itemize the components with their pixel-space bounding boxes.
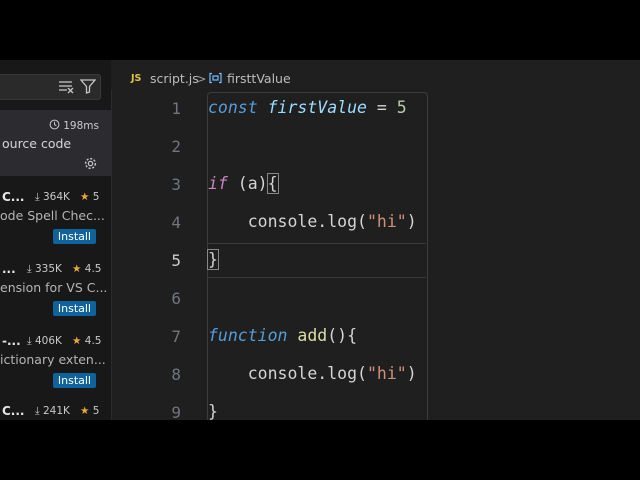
line-number: 9 [171, 403, 181, 420]
rating: ★ 4.5 [72, 335, 102, 347]
breadcrumb: JS script.js > firsttValue [111, 60, 640, 90]
gear-icon[interactable] [83, 156, 98, 174]
breadcrumb-symbol[interactable]: firsttValue [227, 71, 291, 86]
code-editor[interactable]: const firstValue = 5 if (a){ console.log… [207, 90, 640, 420]
extension-name: C... [2, 190, 25, 204]
line-number: 1 [171, 99, 181, 118]
extension-name: -... [2, 334, 21, 348]
download-count: ⤓ 335K [27, 263, 62, 275]
extension-name: C... [2, 404, 25, 418]
rating: ★ 5 [80, 405, 100, 417]
breadcrumb-separator: > [196, 71, 207, 86]
line-number-active: 5 [171, 251, 181, 270]
download-icon: ⤓ [35, 405, 40, 417]
line-number: 7 [171, 327, 181, 346]
code-line-7: function add(){ [208, 326, 358, 345]
line-number-gutter: 1 2 3 4 5 6 7 8 9 [111, 90, 207, 420]
results-time: 198ms [49, 119, 99, 132]
line-number: 8 [171, 365, 181, 384]
install-button[interactable]: Install [52, 301, 96, 316]
line-number: 4 [171, 213, 181, 232]
js-file-icon: JS [131, 73, 142, 84]
extension-item[interactable]: C... ⤓ 364K ★ 5 ode Spell Chec... Instal… [0, 186, 111, 250]
code-line-1: const firstValue = 5 [208, 98, 407, 117]
rating: ★ 4.5 [72, 263, 102, 275]
code-line-4: console.log("hi") [247, 212, 417, 231]
extension-description: ension for VS C... [0, 280, 108, 295]
code-line-5: } [207, 249, 219, 270]
code-line-3: if (a){ [208, 173, 279, 194]
extension-description: ource code [2, 136, 72, 151]
extension-item[interactable]: C... ⤓ 241K ★ 5 [0, 402, 111, 420]
code-line-9: } [208, 402, 218, 420]
letterbox-bottom [0, 420, 640, 480]
star-icon: ★ [80, 191, 90, 203]
extension-name: ... [2, 262, 16, 276]
line-number: 2 [171, 137, 181, 156]
install-button[interactable]: Install [52, 373, 96, 388]
extension-description: ictionary exten... [0, 352, 106, 367]
download-icon: ⤓ [27, 335, 32, 347]
current-line-highlight [207, 243, 426, 278]
extension-search-row[interactable] [0, 74, 101, 100]
line-number: 3 [171, 175, 181, 194]
line-number: 6 [171, 289, 181, 308]
install-button[interactable]: Install [52, 229, 96, 244]
star-icon: ★ [80, 405, 90, 417]
star-icon: ★ [72, 263, 82, 275]
download-count: ⤓ 241K [35, 405, 70, 417]
rating: ★ 5 [80, 191, 100, 203]
filter-icon[interactable] [79, 79, 97, 98]
variable-icon [209, 72, 222, 87]
download-count: ⤓ 406K [27, 335, 62, 347]
clear-filter-icon[interactable] [58, 79, 74, 98]
extension-item[interactable]: -... ⤓ 406K ★ 4.5 ictionary exten... Ins… [0, 330, 111, 394]
star-icon: ★ [72, 335, 82, 347]
code-line-8: console.log("hi") [247, 364, 417, 383]
extension-description: ode Spell Chec... [0, 208, 105, 223]
download-count: ⤓ 364K [35, 191, 70, 203]
download-icon: ⤓ [27, 263, 32, 275]
extension-item[interactable]: ... ⤓ 335K ★ 4.5 ension for VS C... Inst… [0, 258, 111, 322]
history-icon [49, 119, 60, 130]
extension-item-selected[interactable]: 198ms ource code [0, 110, 111, 176]
download-icon: ⤓ [35, 191, 40, 203]
vscode-window: 198ms ource code C... ⤓ 364K ★ 5 ode Spe… [0, 60, 640, 420]
extensions-sidebar: 198ms ource code C... ⤓ 364K ★ 5 ode Spe… [0, 60, 112, 420]
breadcrumb-file[interactable]: script.js [150, 71, 199, 86]
